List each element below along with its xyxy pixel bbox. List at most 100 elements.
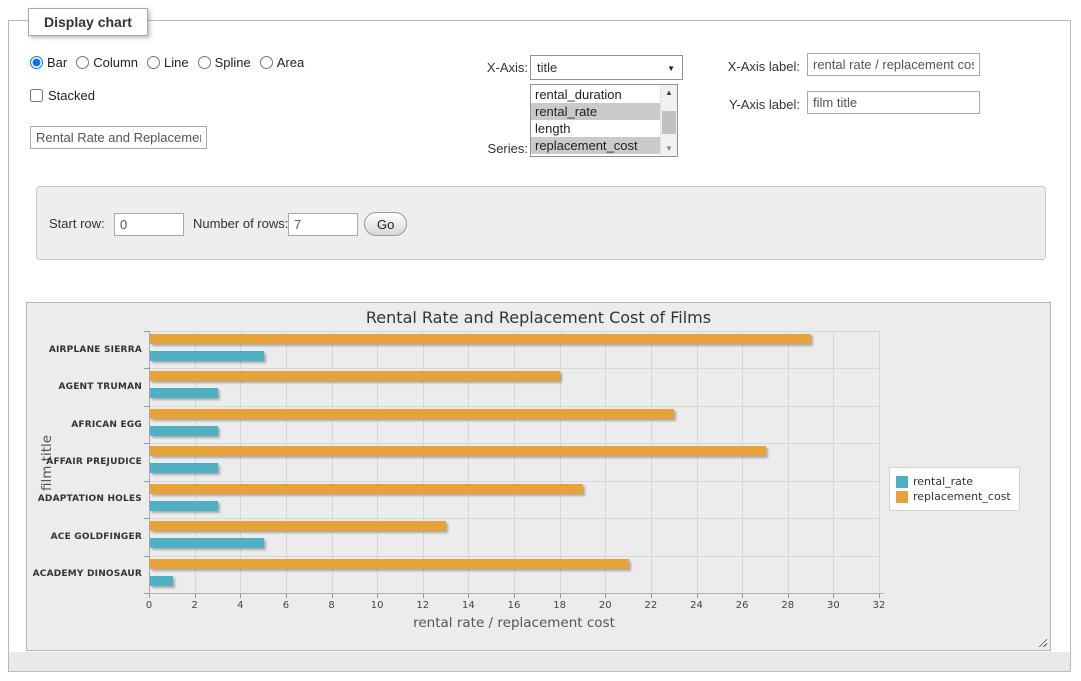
gridline-vertical <box>195 331 196 593</box>
scrollbar-thumb[interactable] <box>662 111 676 134</box>
num-rows-input[interactable] <box>288 213 358 236</box>
chart-type-option-area[interactable]: Area <box>260 55 304 70</box>
x-axis-tick <box>468 594 469 598</box>
series-options: rental_durationrental_ratelengthreplacem… <box>531 85 660 156</box>
x-axis-tick-label: 18 <box>545 600 575 611</box>
gridline-horizontal <box>149 481 879 482</box>
gridline-vertical <box>332 331 333 593</box>
x-axis-tick-label: 30 <box>818 600 848 611</box>
x-axis-tick <box>560 594 561 598</box>
chart-type-radio-column[interactable] <box>76 56 89 69</box>
x-axis-tick-label: 26 <box>727 600 757 611</box>
chart-type-option-spline[interactable]: Spline <box>198 55 251 70</box>
x-axis-label-label: X-Axis label: <box>700 59 800 74</box>
x-axis-tick <box>423 594 424 598</box>
chart-title: Rental Rate and Replacement Cost of Film… <box>27 308 1050 327</box>
category-label: ACADEMY DINOSAUR <box>28 569 142 579</box>
gridline-vertical <box>560 331 561 593</box>
gridline-horizontal <box>149 518 879 519</box>
chart-container: Rental Rate and Replacement Cost of Film… <box>26 302 1051 651</box>
chart-type-radio-area[interactable] <box>260 56 273 69</box>
series-option-rental_duration[interactable]: rental_duration <box>531 86 660 103</box>
gridline-vertical <box>742 331 743 593</box>
category-label: AFFAIR PREJUDICE <box>28 457 142 467</box>
series-multiselect[interactable]: rental_durationrental_ratelengthreplacem… <box>530 84 678 157</box>
x-axis-select-label: X-Axis: <box>455 60 528 75</box>
y-axis-label-input[interactable] <box>807 91 980 114</box>
chart-type-radio-label: Spline <box>215 55 251 70</box>
gridline-horizontal <box>149 556 879 557</box>
x-axis-tick-label: 0 <box>134 600 164 611</box>
category-label: AIRPLANE SIERRA <box>28 345 142 355</box>
bar-replacement_cost <box>150 409 674 419</box>
gridline-vertical <box>423 331 424 593</box>
x-axis-tick <box>332 594 333 598</box>
chart-type-radio-line[interactable] <box>147 56 160 69</box>
x-axis-label-input[interactable] <box>807 53 980 76</box>
chart-title-input[interactable] <box>30 126 207 149</box>
chart-type-radio-label: Column <box>93 55 138 70</box>
x-axis-tick <box>788 594 789 598</box>
gridline-vertical <box>788 331 789 593</box>
gridline-vertical <box>833 331 834 593</box>
chart-type-option-column[interactable]: Column <box>76 55 138 70</box>
stacked-checkbox-row[interactable]: Stacked <box>30 88 95 103</box>
gridline-vertical <box>286 331 287 593</box>
gridline-vertical <box>377 331 378 593</box>
x-axis-tick-label: 10 <box>362 600 392 611</box>
series-option-rental_rate[interactable]: rental_rate <box>531 103 660 120</box>
x-axis-tick-label: 12 <box>408 600 438 611</box>
gridline-horizontal <box>149 406 879 407</box>
x-axis-tick-label: 6 <box>271 600 301 611</box>
chart-type-radio-spline[interactable] <box>198 56 211 69</box>
legend-swatch-replacement_cost <box>896 491 908 503</box>
gridline-vertical <box>240 331 241 593</box>
chart-type-radios: Bar Column Line Spline Area <box>30 55 313 70</box>
start-row-input[interactable] <box>114 213 184 236</box>
chart-type-option-bar[interactable]: Bar <box>30 55 67 70</box>
category-label: ACE GOLDFINGER <box>28 532 142 542</box>
fieldset-footer <box>9 652 1070 671</box>
x-axis-tick <box>879 594 880 598</box>
resize-grip-icon[interactable] <box>1037 637 1047 647</box>
chart-type-option-line[interactable]: Line <box>147 55 189 70</box>
x-axis-tick-label: 24 <box>682 600 712 611</box>
chart-type-radio-label: Area <box>277 55 304 70</box>
x-axis-tick-label: 20 <box>590 600 620 611</box>
x-axis-tick-label: 22 <box>636 600 666 611</box>
stacked-checkbox[interactable] <box>30 89 43 102</box>
x-axis-tick <box>651 594 652 598</box>
scroll-up-icon[interactable]: ▲ <box>661 85 677 100</box>
rows-panel: Start row: Number of rows: Go <box>36 186 1046 260</box>
series-scrollbar[interactable]: ▲ ▼ <box>660 85 677 156</box>
gridline-horizontal <box>149 443 879 444</box>
bar-replacement_cost <box>150 484 583 494</box>
legend-label: replacement_cost <box>913 490 1011 503</box>
x-axis-select[interactable]: title ▼ <box>530 55 683 80</box>
gridline-vertical <box>514 331 515 593</box>
x-axis-selected-value: title <box>537 60 557 75</box>
bar-rental_rate <box>150 351 264 361</box>
gridline-vertical <box>605 331 606 593</box>
series-option-replacement_cost[interactable]: replacement_cost <box>531 137 660 154</box>
x-axis-tick-label: 4 <box>225 600 255 611</box>
legend-item-replacement_cost[interactable]: replacement_cost <box>896 490 1011 503</box>
series-option-length[interactable]: length <box>531 120 660 137</box>
x-axis-tick <box>833 594 834 598</box>
legend-label: rental_rate <box>913 475 973 488</box>
x-axis-tick-label: 32 <box>864 600 894 611</box>
x-axis-tick <box>240 594 241 598</box>
bar-rental_rate <box>150 388 218 398</box>
fieldset-legend: Display chart <box>28 8 148 36</box>
bar-rental_rate <box>150 463 218 473</box>
go-button[interactable]: Go <box>364 212 407 236</box>
chart-x-axis-title: rental rate / replacement cost <box>149 615 879 631</box>
legend-item-rental_rate[interactable]: rental_rate <box>896 475 1011 488</box>
chart-type-radio-bar[interactable] <box>30 56 43 69</box>
series-select-label: Series: <box>455 141 528 156</box>
num-rows-label: Number of rows: <box>193 216 288 231</box>
chart-type-radio-label: Line <box>164 55 189 70</box>
y-axis-tick <box>144 331 149 332</box>
scroll-down-icon[interactable]: ▼ <box>661 141 677 156</box>
y-axis-tick <box>144 443 149 444</box>
